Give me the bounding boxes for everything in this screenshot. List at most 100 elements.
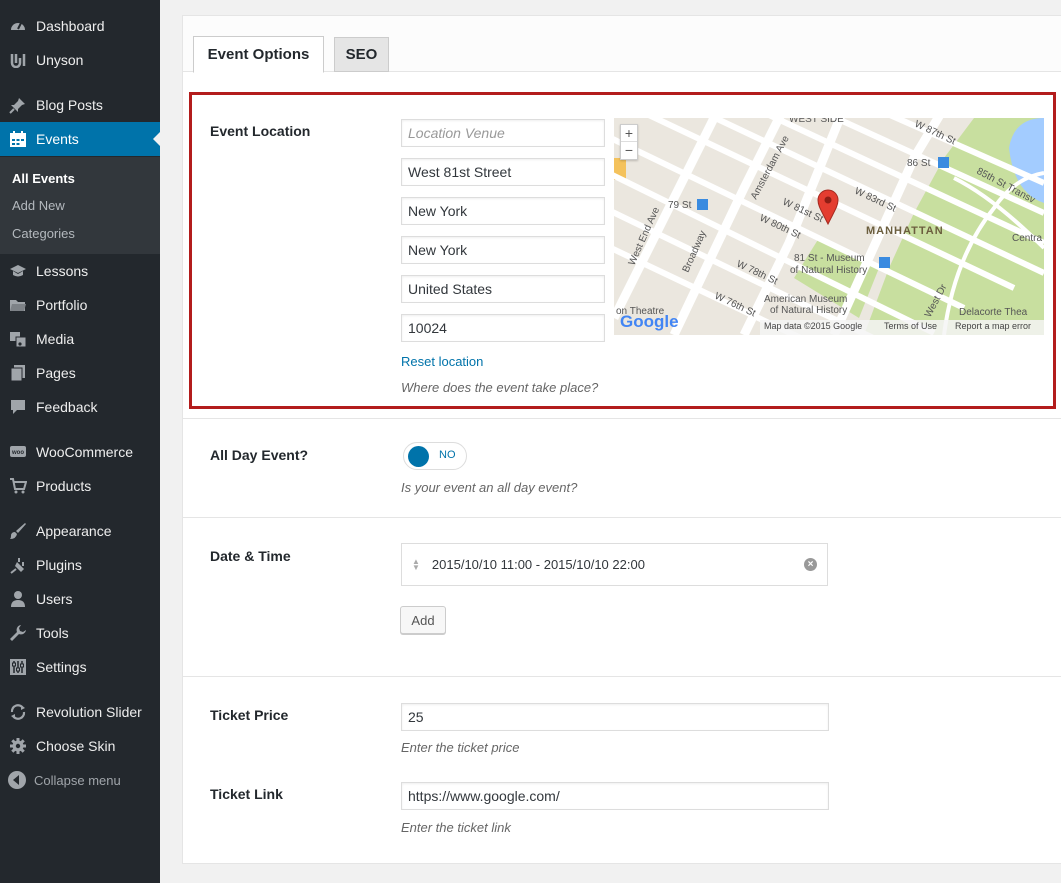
media-icon	[8, 329, 28, 349]
toggle-state-label: NO	[439, 449, 456, 461]
menu-label: Appearance	[36, 523, 112, 539]
collapse-menu-button[interactable]: Collapse menu	[8, 771, 121, 789]
menu-lessons[interactable]: Lessons	[0, 254, 160, 288]
svg-text:WEST SIDE: WEST SIDE	[789, 118, 844, 125]
menu-products[interactable]: Products	[0, 469, 160, 503]
svg-text:American Museum: American Museum	[764, 294, 847, 305]
menu-label: Choose Skin	[36, 738, 116, 754]
section-divider	[183, 418, 1061, 419]
zip-field[interactable]: 10024	[401, 314, 605, 342]
google-logo: Google	[620, 312, 679, 331]
gear-icon	[8, 736, 28, 756]
location-map[interactable]: 86 St 79 St 81 St - Museum of Natural Hi…	[614, 118, 1044, 335]
city-field[interactable]: New York	[401, 197, 605, 225]
add-date-button[interactable]: Add	[400, 606, 446, 634]
toggle-knob	[408, 446, 429, 467]
zoom-out-button[interactable]: −	[621, 142, 637, 159]
menu-unyson[interactable]: Unyson	[0, 43, 160, 77]
submenu-add-new[interactable]: Add New	[12, 198, 65, 213]
menu-label: Plugins	[36, 557, 82, 573]
event-location-label: Event Location	[210, 123, 311, 139]
user-icon	[8, 589, 28, 609]
all-day-toggle[interactable]: NO	[403, 442, 467, 470]
menu-feedback[interactable]: Feedback	[0, 390, 160, 424]
remove-date-icon[interactable]: ×	[804, 558, 817, 571]
section-divider	[183, 676, 1061, 677]
menu-blog-posts[interactable]: Blog Posts	[0, 88, 160, 122]
refresh-icon	[8, 702, 28, 722]
map-report-error-link[interactable]: Report a map error	[955, 321, 1031, 331]
submenu-all-events[interactable]: All Events	[12, 171, 75, 186]
menu-appearance[interactable]: Appearance	[0, 514, 160, 548]
menu-label: Events	[36, 131, 79, 147]
menu-label: WooCommerce	[36, 444, 133, 460]
location-venue-field[interactable]: Location Venue	[401, 119, 605, 147]
menu-label: Unyson	[36, 52, 84, 68]
drag-handle-icon[interactable]: ▲ ▼	[412, 557, 420, 571]
svg-text:of Natural History: of Natural History	[770, 305, 847, 316]
section-divider	[183, 517, 1061, 518]
submenu-categories[interactable]: Categories	[12, 226, 75, 241]
menu-label: Users	[36, 591, 73, 607]
ticket-link-label: Ticket Link	[210, 786, 283, 802]
admin-sidebar: Dashboard Unyson Blog Posts Events All E…	[0, 0, 160, 883]
all-day-event-label: All Day Event?	[210, 447, 309, 463]
menu-tools[interactable]: Tools	[0, 616, 160, 650]
map-zoom-control: + −	[620, 124, 638, 160]
date-range-value: 2015/10/10 11:00 - 2015/10/10 22:00	[431, 557, 645, 572]
menu-dashboard[interactable]: Dashboard	[0, 9, 160, 43]
menu-media[interactable]: Media	[0, 322, 160, 356]
menu-pages[interactable]: Pages	[0, 356, 160, 390]
menu-label: Media	[36, 331, 75, 347]
menu-revolution-slider[interactable]: Revolution Slider	[0, 695, 160, 729]
svg-text:81 St - Museum: 81 St - Museum	[794, 253, 865, 264]
calendar-icon	[8, 129, 28, 149]
menu-label: Revolution Slider	[36, 704, 142, 720]
zoom-in-button[interactable]: +	[621, 125, 637, 142]
tab-seo[interactable]: SEO	[334, 37, 389, 72]
ticket-price-label: Ticket Price	[210, 707, 289, 723]
plug-icon	[8, 555, 28, 575]
svg-text:Centra: Centra	[1012, 233, 1042, 244]
state-field[interactable]: New York	[401, 236, 605, 264]
tab-event-options[interactable]: Event Options	[193, 36, 324, 73]
ticket-link-hint: Enter the ticket link	[401, 820, 511, 835]
map-terms-link[interactable]: Terms of Use	[884, 321, 937, 331]
graduation-cap-icon	[8, 261, 28, 281]
cart-icon	[8, 476, 28, 496]
menu-woocommerce[interactable]: woo WooCommerce	[0, 435, 160, 469]
folder-icon	[8, 295, 28, 315]
menu-events[interactable]: Events	[0, 122, 160, 156]
woocommerce-icon: woo	[8, 442, 28, 462]
menu-label: Portfolio	[36, 297, 88, 313]
events-submenu: All Events Add New Categories	[0, 157, 160, 254]
ticket-price-field[interactable]: 25	[401, 703, 829, 731]
menu-users[interactable]: Users	[0, 582, 160, 616]
dashboard-icon	[8, 16, 28, 36]
menu-label: Blog Posts	[36, 97, 103, 113]
pin-icon	[8, 95, 28, 115]
street-field[interactable]: West 81st Street	[401, 158, 605, 186]
menu-plugins[interactable]: Plugins	[0, 548, 160, 582]
unyson-icon	[8, 50, 28, 70]
menu-label: Lessons	[36, 263, 89, 279]
map-data-attribution: Map data ©2015 Google	[764, 321, 863, 331]
collapse-label: Collapse menu	[34, 772, 121, 788]
menu-settings[interactable]: Settings	[0, 650, 160, 684]
menu-portfolio[interactable]: Portfolio	[0, 288, 160, 322]
svg-text:MANHATTAN: MANHATTAN	[866, 225, 944, 237]
date-range-item[interactable]: ▲ ▼ 2015/10/10 11:00 - 2015/10/10 22:00 ×	[401, 543, 828, 586]
svg-text:79 St: 79 St	[668, 200, 692, 211]
map-canvas: 86 St 79 St 81 St - Museum of Natural Hi…	[614, 118, 1044, 335]
reset-location-link[interactable]: Reset location	[401, 354, 483, 369]
menu-choose-skin[interactable]: Choose Skin	[0, 729, 160, 763]
location-hint: Where does the event take place?	[401, 380, 599, 395]
collapse-arrow-icon	[8, 771, 26, 789]
menu-label: Dashboard	[36, 18, 105, 34]
svg-text:86 St: 86 St	[907, 158, 931, 169]
country-field[interactable]: United States	[401, 275, 605, 303]
svg-text:woo: woo	[11, 450, 24, 456]
ticket-link-field[interactable]: https://www.google.com/	[401, 782, 829, 810]
ticket-price-hint: Enter the ticket price	[401, 740, 520, 755]
all-day-hint: Is your event an all day event?	[401, 480, 578, 495]
